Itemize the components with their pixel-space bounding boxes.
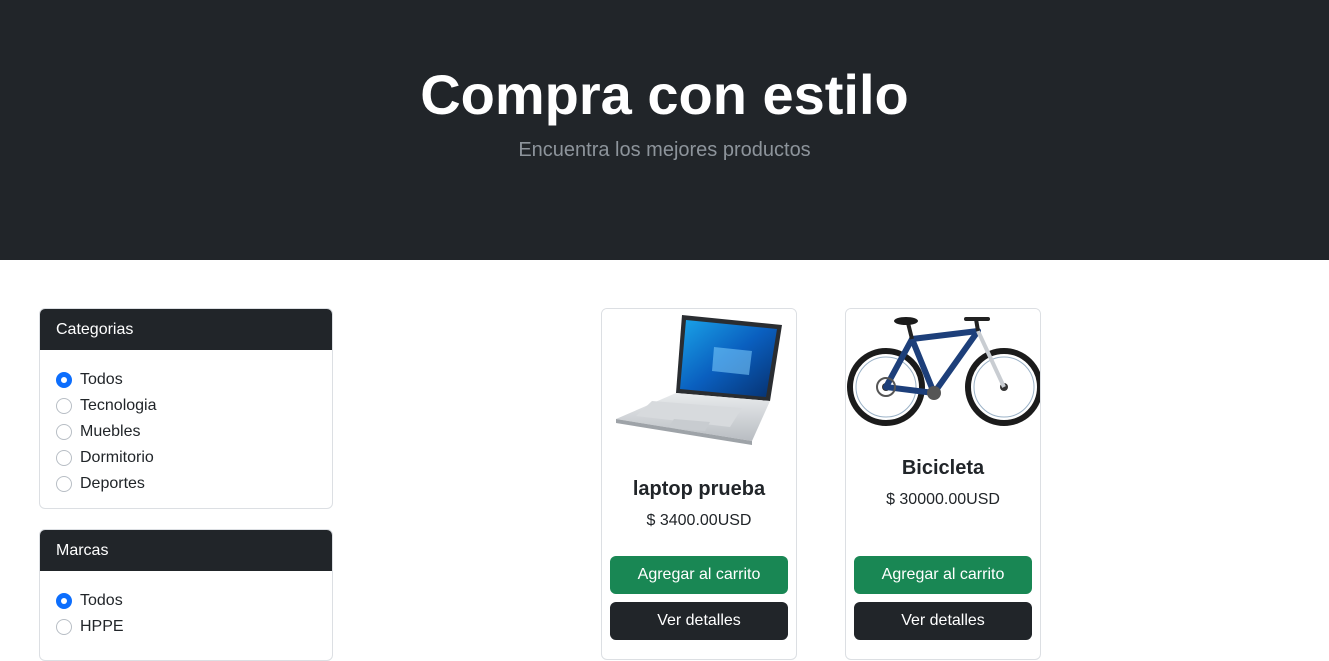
category-option-label: Tecnologia [80, 397, 157, 414]
radio-unchecked-icon[interactable] [56, 476, 72, 492]
brand-option-label: Todos [80, 592, 123, 609]
category-option-label: Muebles [80, 423, 141, 440]
product-card-bicycle: Bicicleta $ 30000.00USD Agregar al carri… [845, 308, 1041, 660]
hero-title: Compra con estilo [420, 63, 909, 126]
category-option-label: Dormitorio [80, 449, 154, 466]
radio-unchecked-icon[interactable] [56, 450, 72, 466]
view-details-button[interactable]: Ver detalles [854, 602, 1032, 640]
view-details-button[interactable]: Ver detalles [610, 602, 788, 640]
brand-options: Todos HPPE [40, 571, 332, 651]
category-option-label: Deportes [80, 475, 145, 492]
category-option-label: Todos [80, 371, 123, 388]
product-price: $ 30000.00USD [886, 491, 1000, 508]
product-price: $ 3400.00USD [646, 512, 752, 529]
category-option-dormitorio[interactable]: Dormitorio [56, 445, 316, 471]
brand-option-todos[interactable]: Todos [56, 588, 316, 614]
category-option-tecnologia[interactable]: Tecnologia [56, 393, 316, 419]
product-name: laptop prueba [632, 478, 766, 500]
category-option-todos[interactable]: Todos [56, 367, 316, 393]
radio-unchecked-icon[interactable] [56, 619, 72, 635]
category-option-muebles[interactable]: Muebles [56, 419, 316, 445]
brand-option-label: HPPE [80, 618, 124, 635]
bicycle-image [846, 309, 1040, 433]
hero-subtitle: Encuentra los mejores productos [518, 139, 811, 161]
brand-filter-title: Marcas [40, 530, 332, 571]
category-filter-card: Categorias Todos Tecnologia Muebles Dorm… [39, 308, 333, 509]
add-to-cart-button[interactable]: Agregar al carrito [610, 556, 788, 594]
brand-filter-card: Marcas Todos HPPE [39, 529, 333, 661]
radio-unchecked-icon[interactable] [56, 424, 72, 440]
laptop-image [602, 309, 796, 454]
brand-option-hppe[interactable]: HPPE [56, 614, 316, 640]
category-filter-title: Categorias [40, 309, 332, 350]
product-name: Bicicleta [901, 457, 985, 479]
radio-checked-icon[interactable] [56, 593, 72, 609]
product-card-laptop: laptop prueba $ 3400.00USD Agregar al ca… [601, 308, 797, 660]
radio-unchecked-icon[interactable] [56, 398, 72, 414]
add-to-cart-button[interactable]: Agregar al carrito [854, 556, 1032, 594]
category-option-deportes[interactable]: Deportes [56, 471, 316, 497]
laptop-icon [616, 315, 782, 445]
hero-banner: Compra con estilo Encuentra los mejores … [0, 0, 1329, 260]
category-options: Todos Tecnologia Muebles Dormitorio Depo… [40, 350, 332, 508]
bicycle-icon [847, 317, 1040, 426]
radio-checked-icon[interactable] [56, 372, 72, 388]
